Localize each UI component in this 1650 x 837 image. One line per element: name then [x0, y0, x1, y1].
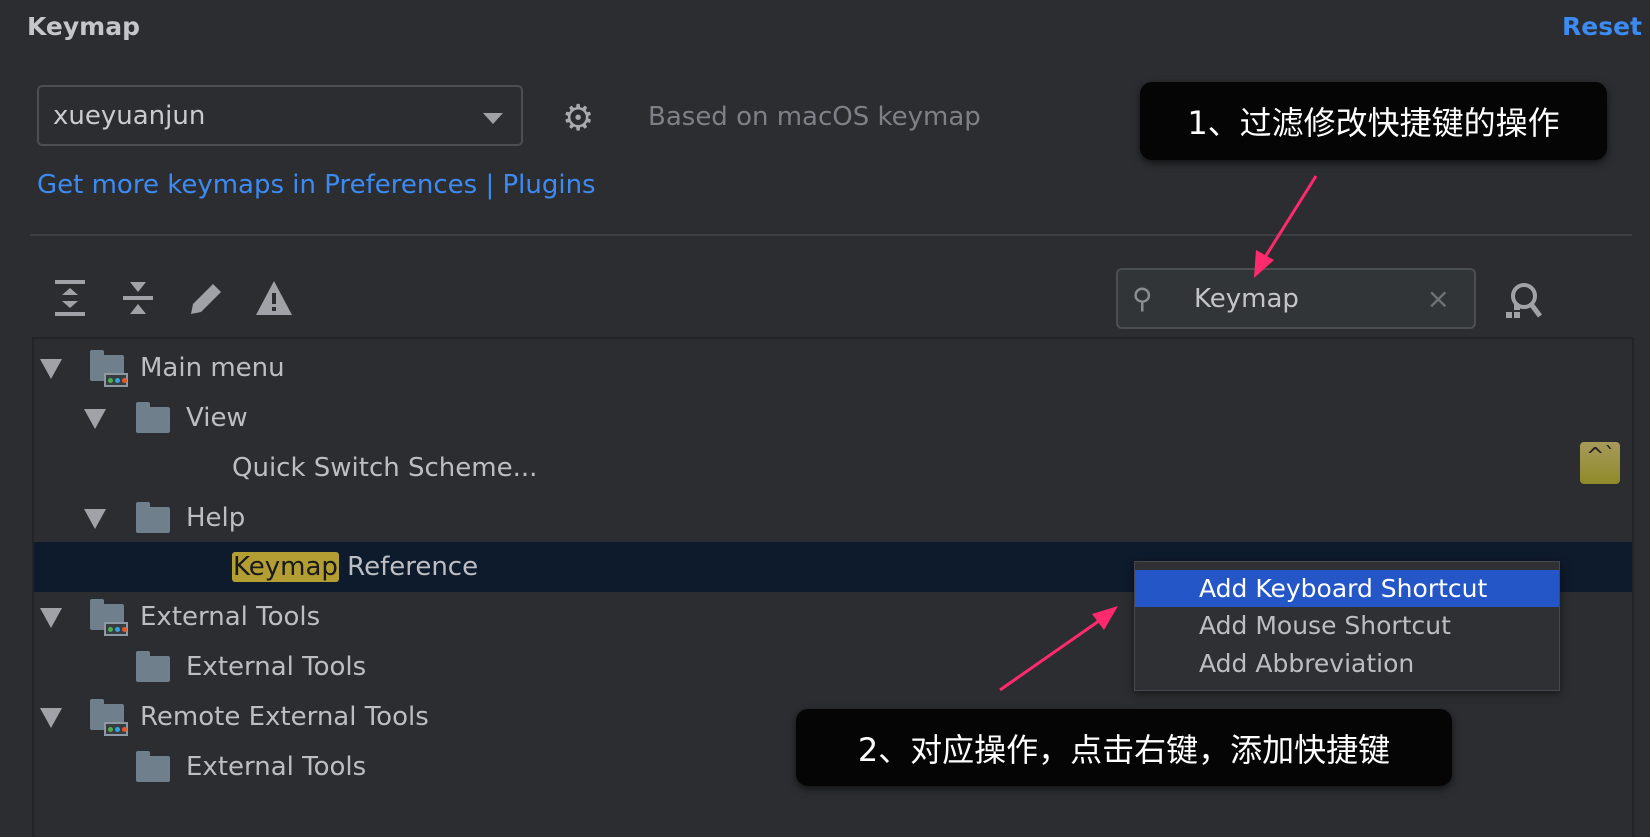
- arrow-to-menu: [999, 606, 1118, 692]
- arrow-to-search: [1254, 175, 1318, 278]
- annotation-arrows: [999, 175, 1318, 692]
